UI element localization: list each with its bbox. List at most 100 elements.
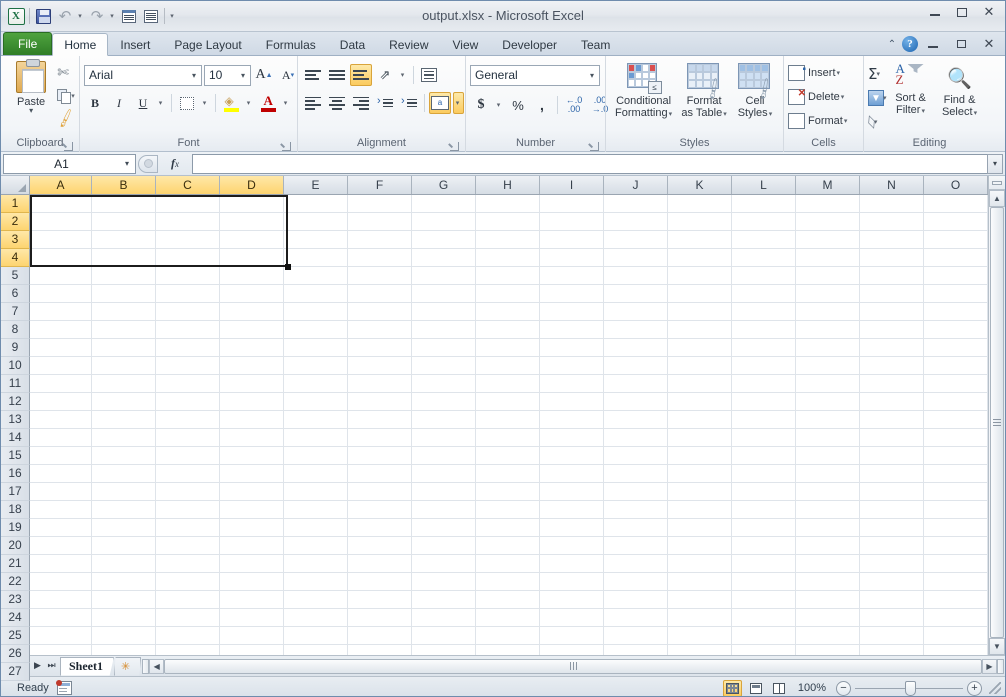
cell-G10[interactable]	[412, 357, 476, 374]
decrease-indent-button[interactable]	[374, 92, 396, 114]
cut-button[interactable]: ✄	[57, 63, 75, 83]
cell-G19[interactable]	[412, 519, 476, 536]
cell-E3[interactable]	[284, 231, 348, 248]
cell-N15[interactable]	[860, 447, 924, 464]
cell-F23[interactable]	[348, 591, 412, 608]
cell-N19[interactable]	[860, 519, 924, 536]
cell-L14[interactable]	[732, 429, 796, 446]
cell-M3[interactable]	[796, 231, 860, 248]
cell-E2[interactable]	[284, 213, 348, 230]
cell-G17[interactable]	[412, 483, 476, 500]
row-header-2[interactable]: 2	[1, 213, 30, 231]
cell-A23[interactable]	[30, 591, 92, 608]
record-macro-icon[interactable]	[55, 680, 72, 695]
cell-D26[interactable]	[220, 645, 284, 655]
cell-E5[interactable]	[284, 267, 348, 284]
cell-F20[interactable]	[348, 537, 412, 554]
cell-D18[interactable]	[220, 501, 284, 518]
cell-K10[interactable]	[668, 357, 732, 374]
cell-F5[interactable]	[348, 267, 412, 284]
insert-worksheet-tab[interactable]: ✳	[114, 656, 142, 676]
cell-N10[interactable]	[860, 357, 924, 374]
doc-close-button[interactable]: ✕	[976, 35, 1002, 53]
row-header-17[interactable]: 17	[1, 483, 30, 501]
cell-N1[interactable]	[860, 195, 924, 212]
cell-M23[interactable]	[796, 591, 860, 608]
cell-K19[interactable]	[668, 519, 732, 536]
cell-C14[interactable]	[156, 429, 220, 446]
cell-F9[interactable]	[348, 339, 412, 356]
column-header-L[interactable]: L	[732, 176, 796, 194]
cell-I4[interactable]	[540, 249, 604, 266]
row-header-22[interactable]: 22	[1, 573, 30, 591]
cell-L16[interactable]	[732, 465, 796, 482]
cell-C13[interactable]	[156, 411, 220, 428]
cell-I25[interactable]	[540, 627, 604, 644]
cell-F17[interactable]	[348, 483, 412, 500]
tab-data[interactable]: Data	[328, 33, 377, 55]
row-header-15[interactable]: 15	[1, 447, 30, 465]
cell-C1[interactable]	[156, 195, 220, 212]
cell-F7[interactable]	[348, 303, 412, 320]
cell-L6[interactable]	[732, 285, 796, 302]
cell-F1[interactable]	[348, 195, 412, 212]
autosum-button[interactable]: Σ ▾	[868, 62, 887, 85]
vertical-scrollbar[interactable]: ▲ ▼	[988, 176, 1005, 655]
row-header-20[interactable]: 20	[1, 537, 30, 555]
cell-M24[interactable]	[796, 609, 860, 626]
minimize-button[interactable]	[922, 3, 948, 21]
zoom-level-label[interactable]: 100%	[792, 682, 832, 694]
row-header-4[interactable]: 4	[1, 249, 30, 267]
cell-H19[interactable]	[476, 519, 540, 536]
align-left-button[interactable]	[302, 92, 324, 114]
cell-H22[interactable]	[476, 573, 540, 590]
tab-view[interactable]: View	[441, 33, 491, 55]
cell-D9[interactable]	[220, 339, 284, 356]
row-header-24[interactable]: 24	[1, 609, 30, 627]
row-header-25[interactable]: 25	[1, 627, 30, 645]
cell-K2[interactable]	[668, 213, 732, 230]
cell-L19[interactable]	[732, 519, 796, 536]
cell-M18[interactable]	[796, 501, 860, 518]
cell-A8[interactable]	[30, 321, 92, 338]
cell-K5[interactable]	[668, 267, 732, 284]
cell-E10[interactable]	[284, 357, 348, 374]
cell-A18[interactable]	[30, 501, 92, 518]
merge-center-button[interactable]: a	[429, 92, 451, 114]
comma-style-button[interactable]: ,	[531, 94, 553, 116]
cell-H7[interactable]	[476, 303, 540, 320]
cell-C2[interactable]	[156, 213, 220, 230]
cell-O2[interactable]	[924, 213, 988, 230]
cell-L10[interactable]	[732, 357, 796, 374]
currency-dropdown[interactable]: ▾	[494, 94, 505, 116]
cell-B9[interactable]	[92, 339, 156, 356]
cell-E15[interactable]	[284, 447, 348, 464]
cell-I21[interactable]	[540, 555, 604, 572]
cell-O7[interactable]	[924, 303, 988, 320]
cell-L22[interactable]	[732, 573, 796, 590]
cell-A2[interactable]	[30, 213, 92, 230]
cell-F8[interactable]	[348, 321, 412, 338]
column-header-H[interactable]: H	[476, 176, 540, 194]
cell-G7[interactable]	[412, 303, 476, 320]
column-header-O[interactable]: O	[924, 176, 988, 194]
cell-M19[interactable]	[796, 519, 860, 536]
font-color-button[interactable]: A	[257, 92, 279, 114]
cell-F14[interactable]	[348, 429, 412, 446]
cell-D6[interactable]	[220, 285, 284, 302]
increase-decimal-button[interactable]: ←.0.00	[562, 94, 586, 116]
cell-D2[interactable]	[220, 213, 284, 230]
borders-dropdown[interactable]: ▾	[200, 92, 211, 114]
cell-F26[interactable]	[348, 645, 412, 655]
cell-D19[interactable]	[220, 519, 284, 536]
cell-O5[interactable]	[924, 267, 988, 284]
cell-F21[interactable]	[348, 555, 412, 572]
cell-styles-button[interactable]: 🖌 Cell Styles ▾	[731, 61, 779, 121]
cell-M6[interactable]	[796, 285, 860, 302]
cell-A4[interactable]	[30, 249, 92, 266]
cell-E19[interactable]	[284, 519, 348, 536]
cell-I14[interactable]	[540, 429, 604, 446]
cell-G2[interactable]	[412, 213, 476, 230]
cell-M16[interactable]	[796, 465, 860, 482]
cell-B12[interactable]	[92, 393, 156, 410]
